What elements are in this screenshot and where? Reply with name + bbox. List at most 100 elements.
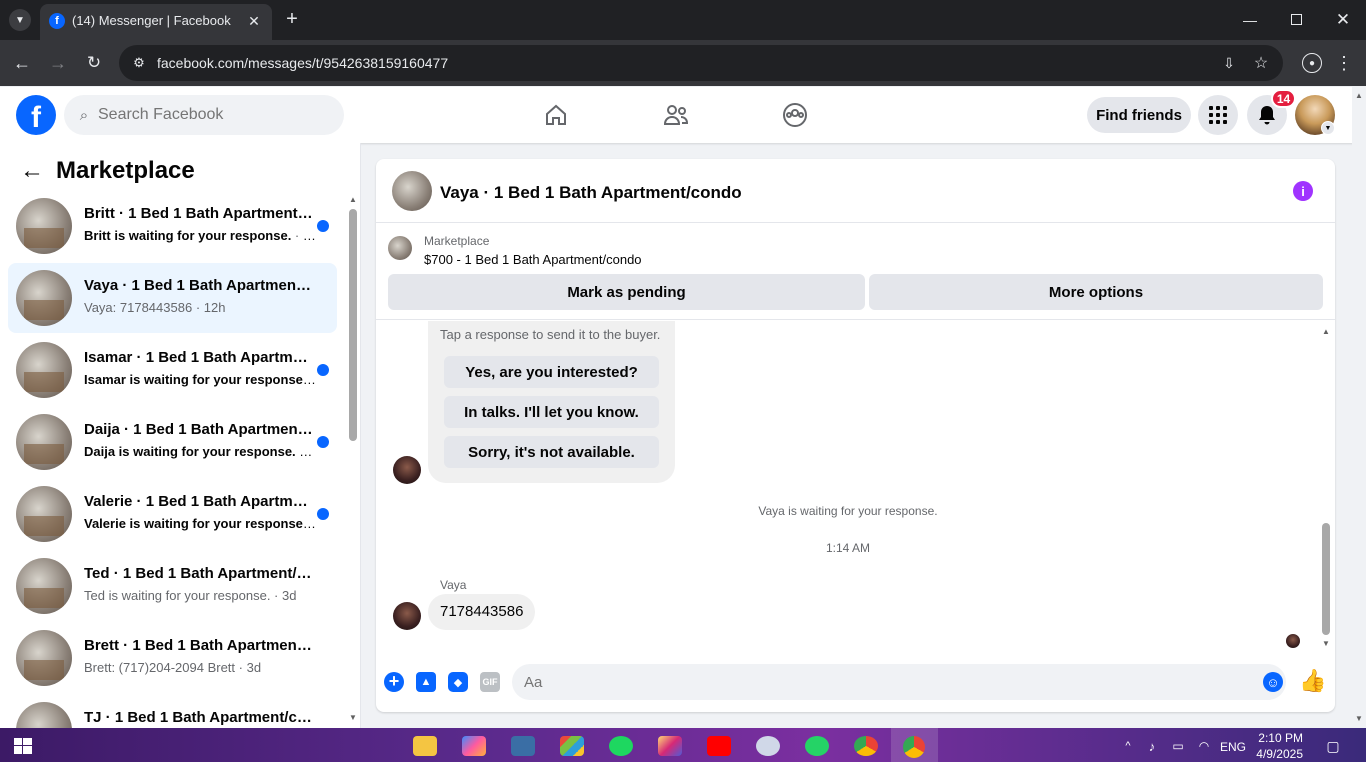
quick-reply-button[interactable]: In talks. I'll let you know. xyxy=(444,396,659,428)
conversation-item[interactable]: Vaya · 1 Bed 1 Bath Apartment/condo Vaya:… xyxy=(8,263,337,333)
listing-title[interactable]: $700 - 1 Bed 1 Bath Apartment/condo xyxy=(424,252,642,267)
browser-tab[interactable]: f (14) Messenger | Facebook ✕ xyxy=(40,4,272,40)
scroll-up-icon[interactable]: ▲ xyxy=(1354,89,1364,101)
conversation-item[interactable]: TJ · 1 Bed 1 Bath Apartment/condo xyxy=(8,695,337,728)
reload-icon[interactable]: ↻ xyxy=(82,51,106,75)
conversation-item[interactable]: Ted · 1 Bed 1 Bath Apartment/condo Ted is… xyxy=(8,551,337,621)
page-scrollbar[interactable]: ▲ ▼ xyxy=(1352,87,1366,728)
separator: · xyxy=(235,660,247,675)
tab-close-icon[interactable]: ✕ xyxy=(244,11,264,31)
paint-app-icon[interactable] xyxy=(756,736,780,756)
menu-grid-button[interactable] xyxy=(1198,95,1238,135)
scroll-down-icon[interactable]: ▼ xyxy=(1320,637,1332,649)
scroll-down-icon[interactable]: ▼ xyxy=(348,711,358,723)
friends-nav-icon[interactable] xyxy=(656,95,696,135)
conversation-snippet: Valerie is waiting for your response. · … xyxy=(84,516,316,531)
conversation-item[interactable]: Brett · 1 Bed 1 Bath Apartment/condo Bret… xyxy=(8,623,337,693)
site-info-icon[interactable]: ⚙ xyxy=(129,53,149,73)
message-bubble[interactable]: 7178443586 xyxy=(428,594,536,630)
copilot-icon[interactable] xyxy=(462,736,486,756)
sticky-app-icon[interactable] xyxy=(511,736,535,756)
sticker-icon[interactable]: ◆ xyxy=(448,672,468,692)
chrome-active-icon[interactable] xyxy=(891,728,938,762)
photo-icon[interactable]: ▲ xyxy=(416,672,436,692)
message-input[interactable] xyxy=(524,670,1244,694)
browser-tab-bar: ▼ f (14) Messenger | Facebook ✕ + — ✕ xyxy=(0,0,1366,40)
mark-pending-button[interactable]: Mark as pending xyxy=(388,274,865,310)
more-options-button[interactable]: More options xyxy=(869,274,1323,310)
clock-time[interactable]: 2:10 PM xyxy=(1257,731,1303,745)
address-bar[interactable]: ⚙ facebook.com/messages/t/95426381591604… xyxy=(119,45,1283,81)
quick-reply-button[interactable]: Sorry, it's not available. xyxy=(444,436,659,468)
thumbs-up-icon[interactable]: 👍 xyxy=(1299,668,1326,693)
home-nav-icon[interactable] xyxy=(536,95,576,135)
forward-icon[interactable]: → xyxy=(46,51,70,75)
restore-icon[interactable] xyxy=(1291,14,1302,25)
spotify-icon[interactable] xyxy=(609,736,633,756)
conversation-item[interactable]: Isamar · 1 Bed 1 Bath Apartment/condo Isa… xyxy=(8,335,337,405)
sender-avatar[interactable] xyxy=(393,602,421,630)
listing-banner: Marketplace $700 - 1 Bed 1 Bath Apartmen… xyxy=(376,224,1335,320)
plus-icon[interactable]: + xyxy=(384,671,404,692)
emoji-icon[interactable]: ☺ xyxy=(1263,672,1283,692)
browser-menu-icon[interactable]: ⋮ xyxy=(1335,51,1353,75)
find-friends-button[interactable]: Find friends xyxy=(1087,97,1191,133)
sidebar-scrollbar[interactable]: ▲ ▼ xyxy=(348,193,358,723)
separator: · xyxy=(192,300,204,315)
whatsapp-icon[interactable] xyxy=(805,736,829,756)
scroll-thumb[interactable] xyxy=(1322,523,1330,635)
quick-replies-bubble: Tap a response to send it to the buyer. … xyxy=(428,321,675,483)
chat-title[interactable]: Vaya · 1 Bed 1 Bath Apartment/condo xyxy=(440,183,742,203)
chat-avatar[interactable] xyxy=(392,171,432,211)
instagram-icon[interactable] xyxy=(658,736,682,756)
install-app-icon[interactable]: ⇩ xyxy=(1219,53,1239,73)
chat-panel: Vaya · 1 Bed 1 Bath Apartment/condo i Ma… xyxy=(376,159,1335,712)
groups-nav-icon[interactable] xyxy=(775,95,815,135)
conversation-title: Brett · 1 Bed 1 Bath Apartment/condo xyxy=(84,637,316,654)
message-input-box[interactable]: ☺ xyxy=(512,664,1286,700)
close-window-icon[interactable]: ✕ xyxy=(1332,8,1354,32)
new-tab-icon[interactable]: + xyxy=(281,8,303,30)
minimize-icon[interactable]: — xyxy=(1236,8,1264,32)
file-explorer-icon[interactable] xyxy=(413,736,437,756)
info-icon[interactable]: i xyxy=(1293,181,1313,201)
conversation-title: Isamar · 1 Bed 1 Bath Apartment/condo xyxy=(84,349,316,366)
seen-avatar xyxy=(1286,634,1300,648)
language-indicator[interactable]: ENG xyxy=(1220,740,1246,754)
search-input[interactable] xyxy=(98,103,328,127)
tray-chevron-icon[interactable]: ^ xyxy=(1120,736,1136,756)
message-timestamp: 1:14 AM xyxy=(825,541,871,555)
scroll-up-icon[interactable]: ▲ xyxy=(1320,325,1332,337)
listing-thumb[interactable] xyxy=(388,236,412,260)
back-arrow-icon[interactable]: ← xyxy=(18,157,46,185)
conversation-item[interactable]: Daija · 1 Bed 1 Bath Apartment/condo Daij… xyxy=(8,407,337,477)
quick-reply-button[interactable]: Yes, are you interested? xyxy=(444,356,659,388)
store-icon[interactable] xyxy=(560,736,584,756)
windows-start-icon[interactable] xyxy=(14,738,32,754)
youtube-icon[interactable] xyxy=(707,736,731,756)
conversation-title: Vaya · 1 Bed 1 Bath Apartment/condo xyxy=(84,277,316,294)
volume-icon[interactable]: ♪ xyxy=(1142,736,1162,756)
profile-icon[interactable]: ● xyxy=(1302,53,1322,73)
search-box[interactable]: ⌕ xyxy=(64,95,344,135)
conversation-thumb xyxy=(16,198,72,254)
unread-dot xyxy=(317,508,329,520)
chrome-icon[interactable] xyxy=(854,736,878,756)
thread-scrollbar[interactable]: ▲ ▼ xyxy=(1320,325,1332,649)
gif-icon[interactable]: GIF xyxy=(480,672,500,692)
scroll-thumb[interactable] xyxy=(349,209,357,441)
account-avatar[interactable]: ▼ xyxy=(1295,95,1335,135)
back-icon[interactable]: ← xyxy=(10,51,34,75)
battery-icon[interactable]: ▭ xyxy=(1168,736,1188,756)
scroll-up-icon[interactable]: ▲ xyxy=(348,193,358,205)
sender-avatar[interactable] xyxy=(393,456,421,484)
scroll-down-icon[interactable]: ▼ xyxy=(1354,712,1364,724)
facebook-logo-icon[interactable]: f xyxy=(16,95,56,135)
clock-date[interactable]: 4/9/2025 xyxy=(1250,747,1303,761)
conversation-item[interactable]: Valerie · 1 Bed 1 Bath Apartment/condo Va… xyxy=(8,479,337,549)
wifi-icon[interactable]: ◠ xyxy=(1194,736,1214,756)
conversation-item[interactable]: Britt · 1 Bed 1 Bath Apartment/condo Brit… xyxy=(8,191,337,261)
bookmark-star-icon[interactable]: ☆ xyxy=(1251,53,1271,73)
notification-center-icon[interactable]: ▢ xyxy=(1322,736,1344,756)
tab-search-chevron-icon[interactable]: ▼ xyxy=(9,9,31,31)
